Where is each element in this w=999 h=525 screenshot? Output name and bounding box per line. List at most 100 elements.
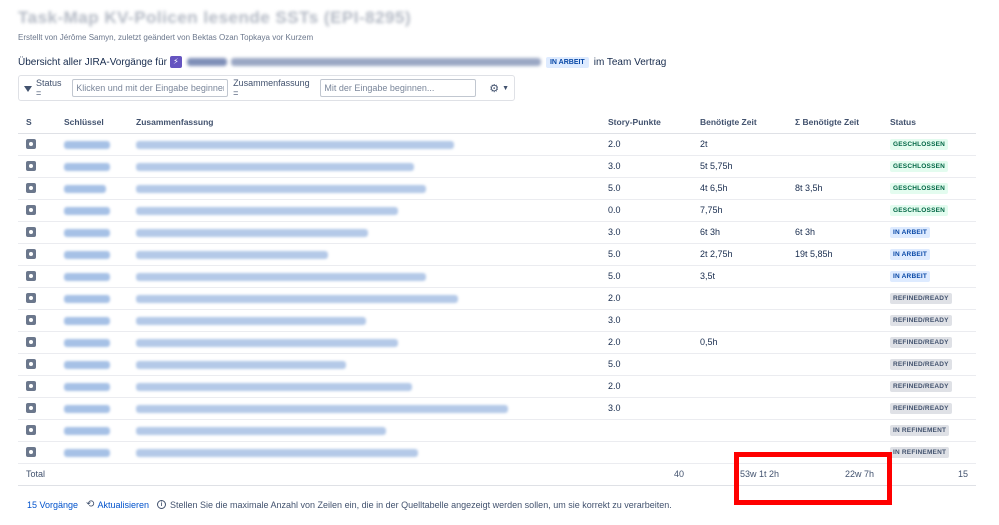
issue-key-link[interactable] bbox=[64, 448, 110, 457]
issue-key-link[interactable] bbox=[64, 250, 110, 259]
summary-filter-input[interactable] bbox=[320, 79, 477, 97]
row-time-spent: 7,75h bbox=[692, 199, 787, 222]
row-status-cell: IN ARBEIT bbox=[882, 221, 976, 244]
row-type-cell bbox=[18, 331, 56, 354]
row-status-cell: GESCHLOSSEN bbox=[882, 133, 976, 156]
issue-summary-link[interactable] bbox=[136, 316, 366, 325]
row-summary-cell bbox=[128, 353, 600, 376]
total-story-points: 40 bbox=[600, 463, 692, 486]
status-filter-label: Status = bbox=[36, 78, 62, 98]
overview-line: Übersicht aller JIRA-Vorgänge für ⚡ IN A… bbox=[18, 56, 666, 68]
issue-type-icon bbox=[26, 315, 36, 326]
issue-summary-link[interactable] bbox=[136, 448, 418, 457]
column-header-summary[interactable]: Zusammenfassung bbox=[128, 111, 600, 134]
row-time-spent bbox=[692, 397, 787, 420]
issue-key-link[interactable] bbox=[64, 140, 110, 149]
issue-type-icon bbox=[26, 403, 36, 414]
row-time-spent: 5t 5,75h bbox=[692, 155, 787, 178]
row-summary-cell bbox=[128, 133, 600, 156]
status-lozenge: IN ARBEIT bbox=[890, 227, 931, 238]
summary-filter-label: Zusammenfassung = bbox=[233, 78, 310, 98]
row-summary-cell bbox=[128, 155, 600, 178]
issue-type-icon bbox=[26, 249, 36, 260]
issue-key-link[interactable] bbox=[64, 228, 110, 237]
info-icon: i bbox=[156, 500, 166, 509]
row-status-cell: IN ARBEIT bbox=[882, 243, 976, 266]
issue-key-link[interactable] bbox=[64, 382, 110, 391]
issue-summary-link[interactable] bbox=[136, 360, 346, 369]
row-type-cell bbox=[18, 309, 56, 332]
row-type-cell bbox=[18, 375, 56, 398]
column-header-time-spent[interactable]: Benötigte Zeit bbox=[692, 111, 787, 134]
column-header-type[interactable]: S bbox=[18, 111, 56, 134]
refresh-link[interactable]: Aktualisieren bbox=[97, 500, 149, 510]
issue-summary-link[interactable] bbox=[136, 338, 398, 347]
issue-summary-link[interactable] bbox=[136, 250, 328, 259]
issue-summary-link[interactable] bbox=[136, 184, 426, 193]
row-type-cell bbox=[18, 199, 56, 222]
refresh-icon[interactable]: ⟲ bbox=[86, 499, 94, 510]
epic-key-link[interactable] bbox=[186, 58, 227, 66]
table-row: 5.0 REFINED/READY bbox=[18, 353, 976, 376]
issue-summary-link[interactable] bbox=[136, 206, 398, 215]
table-row: 2.0 REFINED/READY bbox=[18, 375, 976, 398]
issue-key-link[interactable] bbox=[64, 360, 110, 369]
issue-summary-link[interactable] bbox=[136, 228, 368, 237]
row-key-cell bbox=[56, 221, 128, 244]
row-status-cell: IN REFINEMENT bbox=[882, 441, 976, 464]
row-type-cell bbox=[18, 287, 56, 310]
issue-key-link[interactable] bbox=[64, 162, 110, 171]
column-header-story-points[interactable]: Story-Punkte bbox=[600, 111, 692, 134]
row-type-cell bbox=[18, 265, 56, 288]
row-sum-time-spent: 8t 3,5h bbox=[787, 177, 882, 200]
status-lozenge: GESCHLOSSEN bbox=[890, 183, 949, 194]
table-header-row: S Schlüssel Zusammenfassung Story-Punkte… bbox=[18, 111, 976, 134]
row-type-cell bbox=[18, 441, 56, 464]
issue-summary-link[interactable] bbox=[136, 162, 414, 171]
issue-key-link[interactable] bbox=[64, 206, 110, 215]
table-row: 2.0 2t GESCHLOSSEN bbox=[18, 133, 976, 156]
issue-key-link[interactable] bbox=[64, 426, 110, 435]
status-filter-input[interactable] bbox=[72, 79, 229, 97]
row-time-spent: 6t 3h bbox=[692, 221, 787, 244]
issue-summary-link[interactable] bbox=[136, 426, 386, 435]
footer-info-text: Stellen Sie die maximale Anzahl von Zeil… bbox=[169, 499, 672, 510]
status-lozenge: IN ARBEIT bbox=[890, 249, 931, 260]
issue-key-link[interactable] bbox=[64, 338, 110, 347]
epic-name-link[interactable] bbox=[230, 58, 541, 66]
row-time-spent bbox=[692, 353, 787, 376]
issue-key-link[interactable] bbox=[64, 316, 110, 325]
issue-key-link[interactable] bbox=[64, 404, 110, 413]
issue-summary-link[interactable] bbox=[136, 272, 426, 281]
table-row: 2.0 0,5h REFINED/READY bbox=[18, 331, 976, 354]
column-header-sum-time-spent[interactable]: Σ Benötigte Zeit bbox=[787, 111, 882, 134]
status-lozenge: REFINED/READY bbox=[890, 337, 952, 348]
row-sum-time-spent bbox=[787, 287, 882, 310]
issue-key-link[interactable] bbox=[64, 184, 106, 193]
row-story-points: 2.0 bbox=[600, 133, 692, 156]
total-label: Total bbox=[18, 463, 600, 486]
issue-summary-link[interactable] bbox=[136, 404, 508, 413]
table-settings-button[interactable]: ⚙ ▼ bbox=[489, 82, 509, 95]
total-issue-count: 15 bbox=[882, 463, 976, 486]
table-row: 3.0 5t 5,75h GESCHLOSSEN bbox=[18, 155, 976, 178]
issue-summary-link[interactable] bbox=[136, 140, 454, 149]
row-time-spent: 0,5h bbox=[692, 331, 787, 354]
row-story-points bbox=[600, 419, 692, 442]
row-status-cell: REFINED/READY bbox=[882, 309, 976, 332]
row-story-points: 5.0 bbox=[600, 243, 692, 266]
column-header-key[interactable]: Schlüssel bbox=[56, 111, 128, 134]
column-header-status[interactable]: Status bbox=[882, 111, 976, 134]
issue-key-link[interactable] bbox=[64, 294, 110, 303]
row-summary-cell bbox=[128, 331, 600, 354]
issue-summary-link[interactable] bbox=[136, 382, 412, 391]
issue-summary-link[interactable] bbox=[136, 294, 458, 303]
issue-count-link[interactable]: 15 Vorgänge bbox=[27, 500, 78, 510]
filter-icon bbox=[24, 86, 32, 92]
row-sum-time-spent bbox=[787, 397, 882, 420]
issue-key-link[interactable] bbox=[64, 272, 110, 281]
row-key-cell bbox=[56, 133, 128, 156]
row-key-cell bbox=[56, 375, 128, 398]
issue-type-icon bbox=[26, 447, 36, 458]
issue-type-icon bbox=[26, 293, 36, 304]
